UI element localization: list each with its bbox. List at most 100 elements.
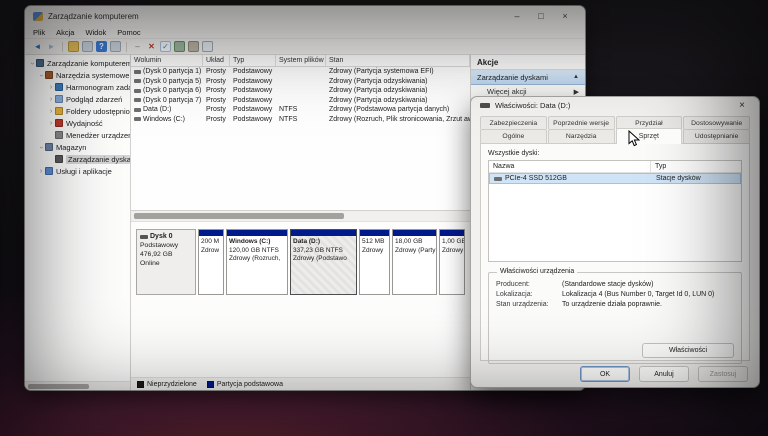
partition-windows-c[interactable]: Windows (C:) 120,00 GB NTFS Zdrowy (Rozr… <box>226 229 288 295</box>
toolbar-separator <box>62 42 63 52</box>
back-icon[interactable]: ◄ <box>32 41 43 52</box>
tab-zabezpieczenia[interactable]: Zabezpieczenia <box>480 116 547 129</box>
tools-icon <box>45 71 53 79</box>
close-icon[interactable]: × <box>734 100 750 111</box>
partition-18gb[interactable]: 18,00 GB Zdrowy (Party <box>392 229 437 295</box>
disk-icon <box>140 235 148 239</box>
horizontal-scrollbar[interactable] <box>131 211 470 222</box>
table-row[interactable]: Windows (C:) Prosty Podstawowy NTFS Zdro… <box>131 115 470 125</box>
column-header-typ[interactable]: Typ <box>651 161 741 172</box>
console-tree-icon[interactable] <box>110 41 121 52</box>
tab-narzedzia[interactable]: Narzędzia <box>548 129 615 143</box>
tab-sprzet[interactable]: Sprzęt <box>616 128 683 144</box>
table-row[interactable]: (Dysk 0 partycja 6) Prosty Podstawowy Zd… <box>131 86 470 96</box>
minimize-button[interactable]: – <box>505 8 529 24</box>
toolbar-separator <box>126 42 127 52</box>
scrollbar-thumb[interactable] <box>134 213 344 219</box>
chevron-right-icon[interactable] <box>47 120 55 127</box>
maximize-button[interactable]: □ <box>529 8 553 24</box>
scrollbar-thumb[interactable] <box>28 384 89 389</box>
tree-item-storage[interactable]: Magazyn <box>25 141 130 153</box>
partition-512mb[interactable]: 512 MB Zdrowy <box>359 229 390 295</box>
forward-icon[interactable]: ► <box>46 41 57 52</box>
performance-icon <box>55 119 63 127</box>
cancel-button[interactable]: Anuluj <box>639 366 689 382</box>
column-header-stan[interactable]: Stan <box>326 55 470 66</box>
device-list: Nazwa Typ PCIe-4 SSD 512GB Stacje dysków <box>488 160 742 262</box>
menu-widok[interactable]: Widok <box>85 28 106 37</box>
properties-button[interactable]: Właściwości <box>642 343 734 358</box>
tree-item-event-viewer[interactable]: Podgląd zdarzeń <box>25 93 130 105</box>
volume-icon <box>134 70 141 74</box>
actions-section-disk-management[interactable]: Zarządzanie dyskami ▲ <box>471 70 585 85</box>
tab-poprzednie-wersje[interactable]: Poprzednie wersje <box>548 116 615 129</box>
drive-icon <box>480 103 490 108</box>
device-list-row[interactable]: PCIe-4 SSD 512GB Stacje dysków <box>489 173 741 184</box>
help-icon[interactable]: ? <box>96 41 107 52</box>
table-row[interactable]: Data (D:) Prosty Podstawowy NTFS Zdrowy … <box>131 105 470 115</box>
magnifier-icon[interactable]: ‒ <box>132 41 143 52</box>
tree-item-computer-management[interactable]: Zarządzanie komputerem (lokal <box>25 57 130 69</box>
folder-icon[interactable] <box>68 41 79 52</box>
table-row[interactable]: (Dysk 0 partycja 5) Prosty Podstawowy Zd… <box>131 77 470 87</box>
menu-pomoc[interactable]: Pomoc <box>117 28 140 37</box>
menu-akcja[interactable]: Akcja <box>56 28 74 37</box>
apply-button: Zastosuj <box>698 366 748 382</box>
chevron-right-icon[interactable] <box>47 84 55 91</box>
dialog-button-row: OK Anuluj Zastosuj <box>471 361 759 387</box>
column-header-system-plikow[interactable]: System plików <box>276 55 326 66</box>
chevron-right-icon[interactable] <box>37 168 45 175</box>
chevron-down-icon[interactable] <box>37 72 45 79</box>
tab-dostosowywanie[interactable]: Dostosowywanie <box>683 116 750 129</box>
all-disks-label: Wszystkie dyski: <box>488 150 742 157</box>
partition-efi[interactable]: 200 M Zdrow <box>198 229 224 295</box>
ok-button[interactable]: OK <box>580 366 630 382</box>
properties-check-icon[interactable]: ✓ <box>160 41 171 52</box>
chevron-down-icon[interactable] <box>28 60 36 67</box>
computer-management-icon <box>33 12 43 21</box>
tab-udostepnianie[interactable]: Udostępnianie <box>683 129 750 143</box>
clock-icon <box>55 83 63 91</box>
actions-header: Akcje <box>471 55 585 70</box>
add-drive-icon[interactable] <box>174 41 185 52</box>
tab-ogolne[interactable]: Ogólne <box>480 129 547 143</box>
window-title: Zarządzanie komputerem <box>48 12 139 21</box>
computer-icon <box>36 59 44 67</box>
device-properties-group: Właściwości urządzenia Producent: (Stand… <box>488 272 742 364</box>
tree-horizontal-scrollbar[interactable] <box>25 381 130 390</box>
partition-data-d[interactable]: Data (D:) 337,23 GB NTFS Zdrowy (Podstaw… <box>290 229 357 295</box>
close-button[interactable]: × <box>553 8 577 24</box>
chevron-right-icon[interactable] <box>47 108 55 115</box>
chevron-down-icon[interactable] <box>37 144 45 151</box>
column-header-wolumin[interactable]: Wolumin <box>131 55 203 66</box>
menu-plik[interactable]: Plik <box>33 28 45 37</box>
volume-icon <box>134 89 141 93</box>
tree-item-system-tools[interactable]: Narzędzia systemowe <box>25 69 130 81</box>
graphical-disk-view: Dysk 0 Podstawowy 476,92 GB Online 200 M… <box>131 222 470 390</box>
drive-icon[interactable] <box>188 41 199 52</box>
tree-item-services-apps[interactable]: Usługi i aplikacje <box>25 165 130 177</box>
table-row[interactable]: (Dysk 0 partycja 7) Prosty Podstawowy Zd… <box>131 96 470 106</box>
console-tree-pane: Zarządzanie komputerem (lokal Narzędzia … <box>25 55 131 390</box>
tree-item-device-manager[interactable]: Menedżer urządzeń <box>25 129 130 141</box>
disk0-info-box[interactable]: Dysk 0 Podstawowy 476,92 GB Online <box>136 229 196 295</box>
console-window-icon[interactable] <box>82 41 93 52</box>
column-header-nazwa[interactable]: Nazwa <box>489 161 651 172</box>
column-header-uklad[interactable]: Układ <box>203 55 230 66</box>
mouse-cursor <box>628 130 640 147</box>
tree-item-disk-management[interactable]: Zarządzanie dyskami <box>25 153 130 165</box>
tree-item-task-scheduler[interactable]: Harmonogram zadań <box>25 81 130 93</box>
partition-1gb[interactable]: 1,00 GB Zdrowy (P <box>439 229 465 295</box>
chevron-right-icon[interactable] <box>47 96 55 103</box>
delete-volume-icon[interactable]: ✕ <box>146 41 157 52</box>
table-row[interactable]: (Dysk 0 partycja 1) Prosty Podstawowy Zd… <box>131 67 470 77</box>
column-header-typ[interactable]: Typ <box>230 55 276 66</box>
dialog-title-bar: Właściwości: Data (D:) × <box>471 97 759 114</box>
device-manager-icon <box>55 131 63 139</box>
volume-icon <box>134 79 141 83</box>
tree-item-shared-folders[interactable]: Foldery udostępnione <box>25 105 130 117</box>
panel-icon[interactable] <box>202 41 213 52</box>
collapse-icon[interactable]: ▲ <box>573 74 579 80</box>
title-bar: Zarządzanie komputerem – □ × <box>25 6 585 26</box>
tree-item-performance[interactable]: Wydajność <box>25 117 130 129</box>
